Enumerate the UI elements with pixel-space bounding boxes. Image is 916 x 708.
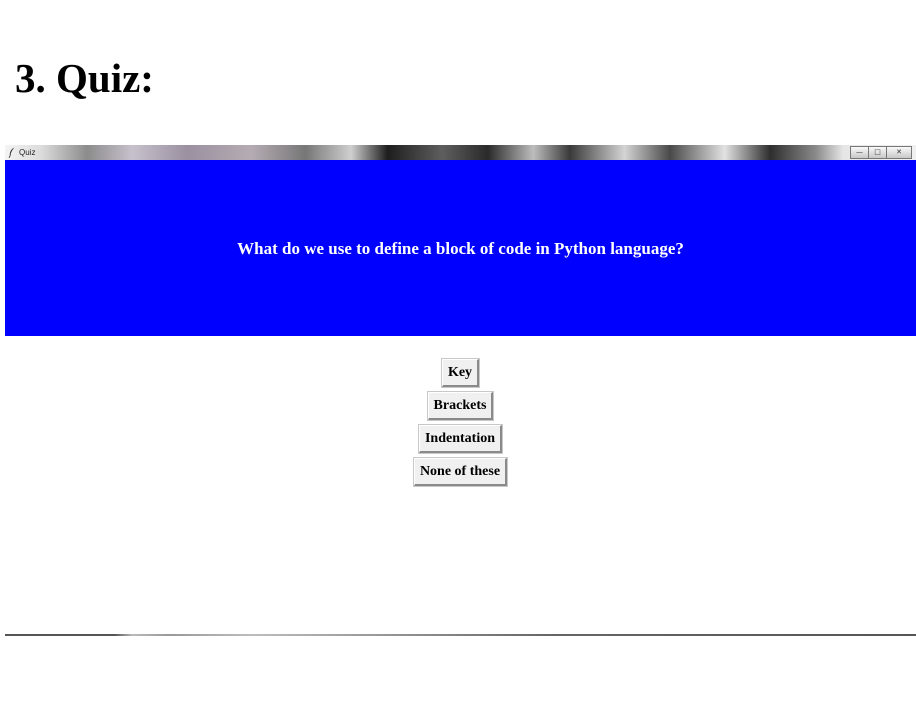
- document-heading: 3. Quiz:: [15, 55, 154, 101]
- close-icon: ✕: [896, 148, 902, 156]
- window-bottom-border: [5, 634, 916, 636]
- answer-list: Key Brackets Indentation None of these: [5, 358, 916, 491]
- answer-button-brackets[interactable]: Brackets: [426, 391, 495, 421]
- window-controls: — □ ✕: [850, 146, 912, 159]
- feather-icon: [8, 147, 15, 158]
- minimize-icon: —: [856, 148, 863, 156]
- minimize-button[interactable]: —: [850, 146, 869, 159]
- question-panel: What do we use to define a block of code…: [5, 160, 916, 336]
- close-button[interactable]: ✕: [886, 146, 912, 159]
- window-titlebar[interactable]: Quiz — □ ✕: [5, 145, 916, 160]
- answer-button-none-of-these[interactable]: None of these: [412, 457, 509, 487]
- question-text: What do we use to define a block of code…: [237, 239, 684, 258]
- maximize-button[interactable]: □: [868, 146, 887, 159]
- maximize-icon: □: [874, 148, 881, 156]
- answer-button-indentation[interactable]: Indentation: [417, 424, 504, 454]
- window-title: Quiz: [19, 148, 36, 157]
- quiz-window: Quiz — □ ✕ What do we use to define a bl…: [5, 145, 916, 636]
- answer-button-key[interactable]: Key: [440, 358, 481, 388]
